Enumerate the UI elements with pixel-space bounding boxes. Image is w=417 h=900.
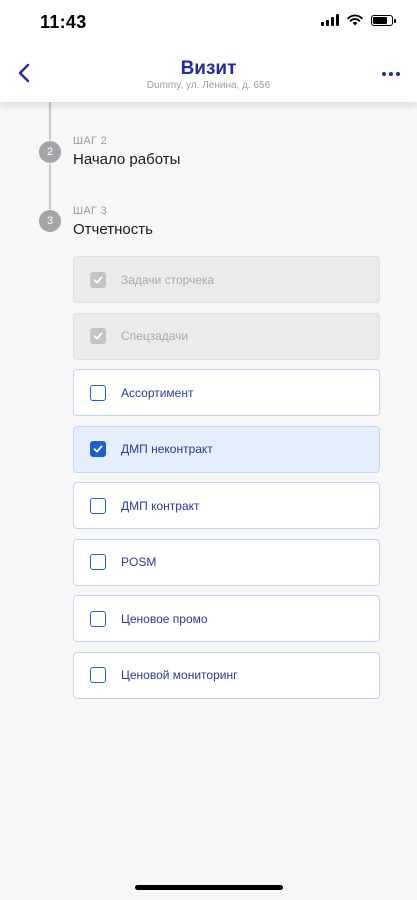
checkmark-icon	[93, 445, 103, 453]
back-button[interactable]	[10, 58, 38, 88]
step-label: ШАГ 3	[73, 205, 108, 217]
cellular-signal-icon	[321, 14, 339, 26]
top-navigation-bar: 11:43 Визит Dummy, ул. Ленина, д. 656	[0, 0, 417, 102]
more-options-button[interactable]	[377, 64, 405, 84]
task-checkbox[interactable]	[90, 497, 106, 514]
task-checkbox[interactable]	[90, 441, 106, 457]
task-item[interactable]: ДМП контракт	[73, 482, 380, 529]
timeline-connector	[49, 102, 51, 140]
task-label: POSM	[121, 555, 157, 569]
task-checkbox[interactable]	[90, 384, 106, 401]
task-label: ДМП контракт	[121, 498, 200, 513]
status-time: 11:43	[40, 12, 87, 32]
report-task-list: Задачи сторчека Спецзадачи Ассортимент Д…	[73, 256, 380, 708]
task-label: Ценовое промо	[121, 611, 208, 626]
more-dots-icon	[382, 72, 386, 76]
task-checkbox[interactable]	[90, 610, 106, 627]
task-item[interactable]: Ценовое промо	[73, 595, 380, 642]
task-item: Спецзадачи	[73, 312, 380, 360]
step-label: ШАГ 2	[73, 135, 108, 147]
task-checkbox	[90, 328, 106, 344]
checkmark-icon	[93, 276, 103, 283]
status-icons	[321, 14, 396, 26]
task-label: Ценовой мониторинг	[121, 668, 238, 682]
step-number-badge: 2	[39, 141, 61, 163]
battery-icon	[371, 14, 396, 26]
page-subtitle-address: Dummy, ул. Ленина, д. 656	[146, 80, 271, 91]
checkmark-icon	[93, 332, 103, 340]
chevron-left-icon	[18, 63, 30, 83]
page-title: Визит	[180, 58, 237, 79]
task-label: Задачи сторчека	[121, 272, 215, 287]
home-indicator	[135, 885, 283, 890]
step-number-badge: 3	[39, 210, 61, 232]
task-item[interactable]: Ассортимент	[73, 369, 380, 416]
step-title: Отчетность	[73, 221, 153, 238]
task-checkbox[interactable]	[90, 667, 106, 683]
task-checkbox[interactable]	[90, 554, 106, 570]
step-title: Начало работы	[73, 151, 181, 168]
task-item[interactable]: Ценовой мониторинг	[73, 651, 380, 699]
task-label: ДМП неконтракт	[121, 442, 213, 456]
task-checkbox	[90, 271, 106, 288]
task-item[interactable]: ДМП неконтракт	[73, 425, 380, 473]
task-item[interactable]: POSM	[73, 538, 380, 586]
task-item: Задачи сторчека	[73, 256, 380, 303]
wifi-icon	[347, 14, 363, 26]
task-label: Спецзадачи	[121, 329, 189, 343]
timeline-connector	[49, 164, 51, 209]
task-label: Ассортимент	[121, 385, 194, 400]
